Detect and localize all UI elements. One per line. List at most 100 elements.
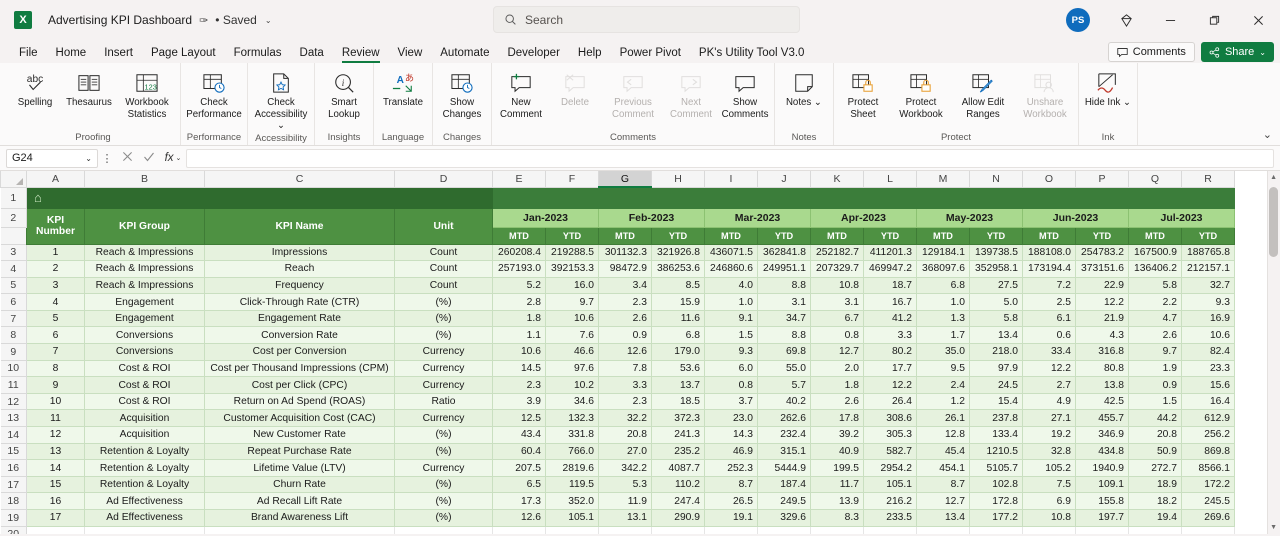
cell-value[interactable]: 44.2 (1128, 409, 1182, 428)
cell-value[interactable]: 249951.1 (757, 260, 811, 278)
cell-value[interactable]: 2.6 (1128, 326, 1182, 345)
cell-value[interactable]: 308.6 (863, 409, 917, 428)
cell-value[interactable]: 80.8 (1075, 359, 1129, 378)
cell-value[interactable]: 582.7 (863, 442, 917, 461)
cell-value[interactable]: 13.4 (969, 326, 1023, 345)
cell-kpi-group[interactable]: Cost & ROI (84, 392, 205, 411)
row-header-6[interactable]: 6 (0, 293, 27, 311)
cell-value[interactable]: 218.0 (969, 343, 1023, 361)
cell-value[interactable]: 105.1 (545, 509, 599, 527)
cell-value[interactable]: 1.8 (810, 376, 864, 394)
cell-value[interactable]: 133.4 (969, 426, 1023, 444)
cell-value[interactable]: 305.3 (863, 426, 917, 444)
cell-value[interactable]: 26.1 (916, 409, 970, 428)
table-row[interactable]: 5 3 Reach & Impressions Frequency Count 5.2 16… (0, 276, 1235, 295)
cell-unit[interactable]: Currency (394, 409, 493, 428)
cell-value[interactable]: 2.4 (916, 376, 970, 394)
cell-value[interactable]: 188765.8 (1181, 243, 1235, 262)
cell-value[interactable]: 272.7 (1128, 459, 1182, 477)
cell-value[interactable]: 102.8 (969, 475, 1023, 494)
translate-button[interactable]: A あ Translate (376, 66, 430, 128)
cell-value[interactable]: 13.1 (598, 509, 652, 527)
row-header-1[interactable]: 1 (0, 186, 27, 209)
cell-value[interactable]: 3.7 (704, 392, 758, 411)
cell-value[interactable]: 16.0 (545, 276, 599, 295)
table-row[interactable]: 13 11 Acquisition Customer Acquisition Cost… (0, 409, 1235, 428)
cell-value[interactable]: 2.8 (492, 293, 546, 311)
table-row[interactable]: 19 17 Ad Effectiveness Brand Awareness Lift… (0, 509, 1235, 527)
cell-value[interactable]: 254783.2 (1075, 243, 1129, 262)
column-header-I[interactable]: I (704, 171, 758, 188)
cell-kpi-number[interactable]: 1 (26, 243, 85, 262)
table-row[interactable]: 15 13 Retention & Loyalty Repeat Purchase R… (0, 442, 1235, 461)
cell-value[interactable]: 4.3 (1075, 326, 1129, 345)
cell-value[interactable]: 18.2 (1128, 492, 1182, 510)
tab-help[interactable]: Help (569, 42, 611, 63)
cell-value[interactable]: 33.4 (1022, 343, 1076, 361)
cell-unit[interactable]: Count (394, 260, 493, 278)
row-header-2[interactable]: 2 (0, 207, 27, 228)
banner-home-cell[interactable]: ⌂ (26, 186, 493, 209)
cell-kpi-number[interactable]: 4 (26, 293, 85, 311)
row-header-20[interactable]: 20 (0, 525, 27, 534)
minimize-button[interactable] (1148, 0, 1192, 40)
formula-input[interactable] (186, 148, 1274, 168)
empty-cell[interactable] (26, 525, 85, 534)
empty-cell[interactable] (1075, 525, 1129, 534)
cell-value[interactable]: 129184.1 (916, 243, 970, 262)
cell-value[interactable]: 16.9 (1181, 309, 1235, 328)
cell-value[interactable]: 5.3 (598, 475, 652, 494)
cell-kpi-number[interactable]: 12 (26, 426, 85, 444)
table-row[interactable]: 14 12 Acquisition New Customer Rate (%) 43.4 3… (0, 426, 1235, 444)
cell-kpi-name[interactable]: New Customer Rate (204, 426, 395, 444)
cell-value[interactable]: 105.2 (1022, 459, 1076, 477)
scroll-down-icon[interactable]: ▼ (1270, 524, 1277, 531)
cell-value[interactable]: 454.1 (916, 459, 970, 477)
cell-value[interactable]: 16.4 (1181, 392, 1235, 411)
protect-workbook-button[interactable]: Protect Workbook (890, 66, 952, 128)
cell-value[interactable]: 316.8 (1075, 343, 1129, 361)
cell-value[interactable]: 10.6 (492, 343, 546, 361)
cell-value[interactable]: 27.5 (969, 276, 1023, 295)
tab-page-layout[interactable]: Page Layout (142, 42, 225, 63)
cell-value[interactable]: 321926.8 (651, 243, 705, 262)
cell-value[interactable]: 434.8 (1075, 442, 1129, 461)
cell-unit[interactable]: (%) (394, 293, 493, 311)
cell-value[interactable]: 11.6 (651, 309, 705, 328)
show-changes-button[interactable]: Show Changes (435, 66, 489, 128)
column-header-A[interactable]: A (26, 171, 85, 188)
cell-value[interactable]: 207.5 (492, 459, 546, 477)
cell-kpi-name[interactable]: Ad Recall Lift Rate (204, 492, 395, 510)
cell-value[interactable]: 21.9 (1075, 309, 1129, 328)
cell-value[interactable]: 12.7 (916, 492, 970, 510)
table-row[interactable]: 9 7 Conversions Cost per Conversion Currency… (0, 343, 1235, 361)
cell-value[interactable]: 4.9 (1022, 392, 1076, 411)
cell-value[interactable]: 39.2 (810, 426, 864, 444)
cell-value[interactable]: 14.5 (492, 359, 546, 378)
cell-value[interactable]: 9.5 (916, 359, 970, 378)
tab-review[interactable]: Review (333, 42, 389, 63)
cell-value[interactable]: 8.8 (757, 326, 811, 345)
cell-value[interactable]: 19.1 (704, 509, 758, 527)
cell-kpi-group[interactable]: Ad Effectiveness (84, 509, 205, 527)
empty-cell[interactable] (84, 525, 205, 534)
column-header-B[interactable]: B (84, 171, 205, 188)
cell-value[interactable]: 11.9 (598, 492, 652, 510)
cell-unit[interactable]: (%) (394, 509, 493, 527)
cell-value[interactable]: 0.8 (810, 326, 864, 345)
cell-value[interactable]: 216.2 (863, 492, 917, 510)
cell-unit[interactable]: (%) (394, 309, 493, 328)
cell-value[interactable]: 5.8 (1128, 276, 1182, 295)
spelling-button[interactable]: abc Spelling (8, 66, 62, 128)
cell-value[interactable]: 252182.7 (810, 243, 864, 262)
cell-kpi-name[interactable]: Impressions (204, 243, 395, 262)
cell-value[interactable]: 40.2 (757, 392, 811, 411)
cell-value[interactable]: 34.7 (757, 309, 811, 328)
cell-value[interactable]: 260208.4 (492, 243, 546, 262)
tab-power-pivot[interactable]: Power Pivot (611, 42, 690, 63)
row-header-12[interactable]: 12 (0, 392, 27, 411)
cell-value[interactable]: 98472.9 (598, 260, 652, 278)
cell-value[interactable]: 12.5 (492, 409, 546, 428)
cell-kpi-group[interactable]: Engagement (84, 309, 205, 328)
cell-value[interactable]: 3.1 (810, 293, 864, 311)
